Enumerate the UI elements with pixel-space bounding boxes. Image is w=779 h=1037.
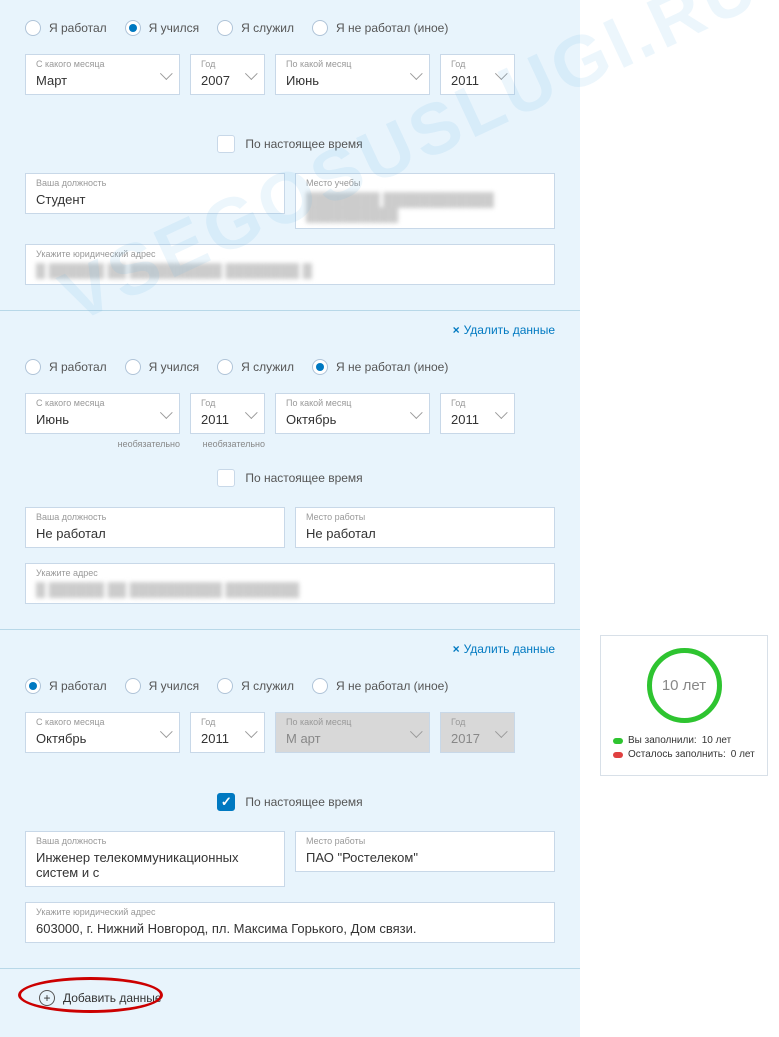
delete-block-link[interactable]: ×Удалить данные <box>453 642 555 656</box>
present-checkbox-row[interactable]: По настоящее время <box>25 793 555 811</box>
add-data-button[interactable]: + Добавить данные <box>25 984 176 1012</box>
legend-remain: Осталось заполнить:0 лет <box>613 749 755 760</box>
form-container: Я работал Я учился Я служил Я не работал… <box>0 0 580 1037</box>
radio-served[interactable]: Я служил <box>217 678 294 694</box>
from-month-select[interactable]: С какого месяцаМарт <box>25 54 180 95</box>
chevron-down-icon <box>244 411 254 417</box>
plus-icon: + <box>39 990 55 1006</box>
from-year-select[interactable]: Год2011 <box>190 393 265 434</box>
progress-circle: 10 лет <box>647 648 722 723</box>
radio-served[interactable]: Я служил <box>217 359 294 375</box>
radio-served[interactable]: Я служил <box>217 20 294 36</box>
chevron-down-icon <box>159 72 169 78</box>
radio-notworked[interactable]: Я не работал (иное) <box>312 20 448 36</box>
chevron-down-icon <box>494 730 504 736</box>
to-month-select[interactable]: По какой месяцОктябрь <box>275 393 430 434</box>
chevron-down-icon <box>494 72 504 78</box>
close-icon: × <box>453 642 460 656</box>
position-input[interactable]: Ваша должностьНе работал <box>25 507 285 548</box>
chevron-down-icon <box>409 411 419 417</box>
work-place-input[interactable]: Место работыПАО "Ростелеком" <box>295 831 555 872</box>
position-input[interactable]: Ваша должностьСтудент <box>25 173 285 214</box>
chevron-down-icon <box>159 730 169 736</box>
radio-notworked[interactable]: Я не работал (иное) <box>312 678 448 694</box>
employment-block-2: Я работал Я учился Я служил Я не работал… <box>0 339 580 630</box>
radio-worked[interactable]: Я работал <box>25 678 107 694</box>
study-place-input[interactable]: Место учебы████████ ████████████ ███████… <box>295 173 555 229</box>
legend-filled: Вы заполнили:10 лет <box>613 735 755 746</box>
from-year-select[interactable]: Год2011 <box>190 712 265 753</box>
checkbox-checked-icon <box>217 793 235 811</box>
optional-hint: необязательно <box>25 439 180 449</box>
address-input[interactable]: Укажите адрес█ ██████ ██ ██████████ ████… <box>25 563 555 604</box>
legal-address-input[interactable]: Укажите юридический адрес603000, г. Нижн… <box>25 902 555 943</box>
activity-type-radios: Я работал Я учился Я служил Я не работал… <box>25 359 555 375</box>
chevron-down-icon <box>244 730 254 736</box>
optional-hint: необязательно <box>190 439 265 449</box>
chevron-down-icon <box>494 411 504 417</box>
chevron-down-icon <box>159 411 169 417</box>
to-year-select-disabled: Год2017 <box>440 712 515 753</box>
chevron-down-icon <box>409 730 419 736</box>
work-place-input[interactable]: Место работыНе работал <box>295 507 555 548</box>
radio-worked[interactable]: Я работал <box>25 20 107 36</box>
employment-block-3: Я работал Я учился Я служил Я не работал… <box>0 658 580 969</box>
radio-studied[interactable]: Я учился <box>125 359 199 375</box>
activity-type-radios: Я работал Я учился Я служил Я не работал… <box>25 20 555 36</box>
chevron-down-icon <box>244 72 254 78</box>
position-input[interactable]: Ваша должностьИнженер телекоммуникационн… <box>25 831 285 887</box>
delete-block-link[interactable]: ×Удалить данные <box>453 323 555 337</box>
progress-panel: 10 лет Вы заполнили:10 лет Осталось запо… <box>600 635 768 776</box>
radio-studied[interactable]: Я учился <box>125 20 199 36</box>
to-year-select[interactable]: Год2011 <box>440 393 515 434</box>
to-month-select-disabled: По какой месяцМ арт <box>275 712 430 753</box>
close-icon: × <box>453 323 460 337</box>
to-year-select[interactable]: Год2011 <box>440 54 515 95</box>
employment-block-1: Я работал Я учился Я служил Я не работал… <box>0 0 580 311</box>
checkbox-icon <box>217 469 235 487</box>
from-year-select[interactable]: Год2007 <box>190 54 265 95</box>
activity-type-radios: Я работал Я учился Я служил Я не работал… <box>25 678 555 694</box>
to-month-select[interactable]: По какой месяцИюнь <box>275 54 430 95</box>
from-month-select[interactable]: С какого месяцаОктябрь <box>25 712 180 753</box>
radio-studied[interactable]: Я учился <box>125 678 199 694</box>
legal-address-input[interactable]: Укажите юридический адрес█ ██████ ██ ███… <box>25 244 555 285</box>
chevron-down-icon <box>409 72 419 78</box>
radio-notworked[interactable]: Я не работал (иное) <box>312 359 448 375</box>
checkbox-icon <box>217 135 235 153</box>
from-month-select[interactable]: С какого месяцаИюнь <box>25 393 180 434</box>
present-checkbox-row[interactable]: По настоящее время <box>25 469 555 487</box>
present-checkbox-row[interactable]: По настоящее время <box>25 135 555 153</box>
radio-worked[interactable]: Я работал <box>25 359 107 375</box>
